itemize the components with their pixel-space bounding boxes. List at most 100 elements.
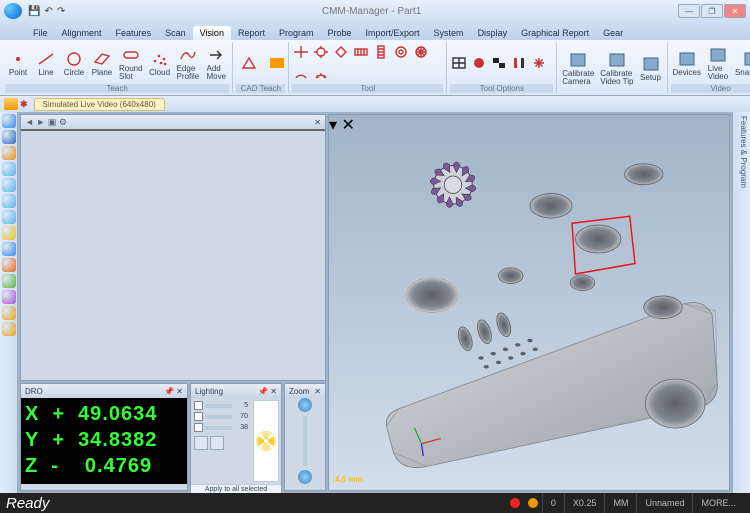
tab-vision[interactable]: Vision [193,26,231,40]
tab-probe[interactable]: Probe [320,26,358,40]
lighting-btn-a[interactable] [194,436,208,450]
opt-checker-icon[interactable] [490,55,508,71]
zoom-out-button[interactable] [298,470,312,484]
tool-edge-h-icon[interactable] [352,44,370,60]
tool-edge-v-icon[interactable] [372,44,390,60]
tab-scan[interactable]: Scan [158,26,193,40]
qat-save-icon[interactable]: 💾 [28,6,40,17]
cad-view-header: ▾ ✕ [329,115,729,135]
zoom-close-icon[interactable]: ✕ [314,387,321,396]
devices-button[interactable]: Devices [671,48,703,78]
tab-report[interactable]: Report [231,26,272,40]
cloud-button[interactable]: Cloud [147,48,173,78]
lighting-slider-2[interactable]: 70 [194,412,248,421]
tool-concentric-icon[interactable] [392,44,410,60]
status-ready: Ready [6,495,506,512]
doc-home-icon[interactable] [4,98,18,110]
status-units[interactable]: MM [604,493,636,513]
left-tool-3[interactable] [2,162,16,176]
left-tool-1[interactable] [2,130,16,144]
left-tool-9[interactable] [2,258,16,272]
left-tool-8[interactable] [2,242,16,256]
calibvid-icon [606,50,628,70]
setup-button[interactable]: Setup [638,53,664,83]
video-panel-close-icon[interactable]: ✕ [314,118,321,127]
app-orb-icon[interactable] [4,3,22,19]
roundslot-button[interactable]: Round Slot [117,44,145,82]
left-tool-10[interactable] [2,274,16,288]
status-coord-sys[interactable]: Unnamed [636,493,692,513]
status-warning-icon[interactable] [528,498,538,508]
right-panel-tabs[interactable]: Features & Program [732,112,750,493]
line-button[interactable]: Line [33,48,59,78]
tab-graphical[interactable]: Graphical Report [514,26,596,40]
tab-features[interactable]: Features [109,26,159,40]
plane-button[interactable]: Plane [89,48,115,78]
left-tool-5[interactable] [2,194,16,208]
status-more-button[interactable]: MORE... [692,493,744,513]
zoom-slider[interactable] [303,416,307,466]
tool-crosshair-icon[interactable] [292,44,310,60]
lighting-slider-3[interactable]: 38 [194,423,248,432]
cad-3d-view[interactable]: ▾ ✕ [328,114,730,491]
opt-grid-icon[interactable] [450,55,468,71]
dro-pin-icon[interactable]: 📌 ✕ [164,387,183,396]
doc-x-icon[interactable]: ✱ [20,99,28,110]
cad-teach-btn-1[interactable] [236,52,262,74]
group-teach: PointLineCirclePlaneRound SlotCloudEdge … [2,42,233,93]
lighting-pin-icon[interactable]: 📌 ✕ [258,387,277,396]
left-tool-11[interactable] [2,290,16,304]
opt-target-red-icon[interactable] [470,55,488,71]
lighting-btn-b[interactable] [210,436,224,450]
video-panel-controls[interactable]: ◄ ► ▣ ⚙ [25,117,67,128]
document-tab[interactable]: Simulated Live Video (640x480) [34,98,165,111]
calibvid-button[interactable]: Calibrate Video Tip [598,49,635,87]
tool-diamond-icon[interactable] [332,44,350,60]
livevideo-icon [707,45,729,65]
livevideo-button[interactable]: Live Video [705,44,731,82]
qat-redo-icon[interactable]: ↷ [57,6,65,17]
tab-display[interactable]: Display [471,26,515,40]
dro-readout: X + 49.0634 Y + 34.8382 Z - 0.4769 [21,398,187,484]
cad-view-controls[interactable]: ▾ ✕ [329,117,355,134]
tab-importexport[interactable]: Import/Export [359,26,427,40]
left-tool-7[interactable] [2,226,16,240]
left-tool-4[interactable] [2,178,16,192]
left-tool-2[interactable] [2,146,16,160]
left-tool-0[interactable] [2,114,16,128]
maximize-button[interactable]: ❐ [701,4,723,18]
tab-file[interactable]: File [26,26,55,40]
zoom-in-button[interactable] [298,398,312,412]
lighting-wheel[interactable] [253,400,279,482]
opt-bars-icon[interactable] [510,55,528,71]
axis-scale-label: 4.0 mm [335,475,363,484]
tab-gear[interactable]: Gear [596,26,630,40]
live-video-view[interactable] [21,129,325,131]
edgeprofile-button[interactable]: Edge Profile [175,44,202,82]
tab-alignment[interactable]: Alignment [55,26,109,40]
tab-program[interactable]: Program [272,26,321,40]
snapshot-button[interactable]: Snapshot [733,48,750,78]
status-record-icon[interactable] [510,498,520,508]
left-tool-6[interactable] [2,210,16,224]
tab-system[interactable]: System [427,26,471,40]
addmove-button[interactable]: Add Move [203,44,229,82]
close-button[interactable]: ✕ [724,4,746,18]
tool-arc2-icon[interactable] [312,66,330,82]
cad-teach-btn-2[interactable] [264,52,290,74]
qat-undo-icon[interactable]: ↶ [44,6,52,17]
left-tool-12[interactable] [2,306,16,320]
lighting-slider-1[interactable]: 5 [194,401,248,410]
tool-target-icon[interactable] [312,44,330,60]
lighting-panel: Lighting📌 ✕ 5 70 38 [190,383,282,491]
group-label-tool: Tool [292,84,443,93]
status-scale[interactable]: X0.25 [564,493,605,513]
calibcam-button[interactable]: Calibrate Camera [560,49,596,87]
circle-button[interactable]: Circle [61,48,87,78]
tool-radial-icon[interactable] [412,44,430,60]
left-tool-13[interactable] [2,322,16,336]
tool-arc-icon[interactable] [292,66,310,82]
minimize-button[interactable]: — [678,4,700,18]
point-button[interactable]: Point [5,48,31,78]
opt-star-icon[interactable] [530,55,548,71]
